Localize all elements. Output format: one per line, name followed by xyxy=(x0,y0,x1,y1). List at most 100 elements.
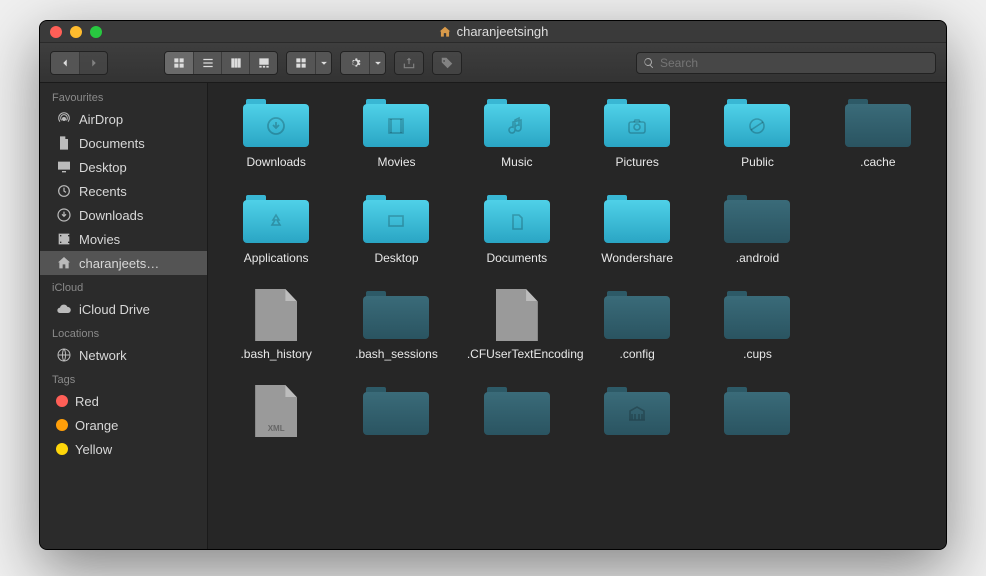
grid-item-label: .config xyxy=(619,347,654,375)
group-menu[interactable] xyxy=(286,51,332,75)
sidebar-item-label: AirDrop xyxy=(79,112,123,127)
titlebar: charanjeetsingh xyxy=(40,21,946,43)
grid-item[interactable]: .cups xyxy=(697,289,817,375)
folder-icon xyxy=(724,385,790,437)
folder-icon xyxy=(243,193,309,245)
content-area[interactable]: Downloads Movies Music Pictures Public .cache… xyxy=(208,83,946,549)
tag-dot xyxy=(56,395,68,407)
grid-item[interactable]: .CFUserTextEncoding xyxy=(457,289,577,375)
sidebar-item-desktop[interactable]: Desktop xyxy=(40,155,207,179)
grid-item-label: Public xyxy=(741,155,774,183)
sidebar-item-label: Downloads xyxy=(79,208,143,223)
back-button[interactable] xyxy=(51,52,79,74)
home-icon xyxy=(438,25,452,39)
sidebar-item-movies[interactable]: Movies xyxy=(40,227,207,251)
tags-button[interactable] xyxy=(432,51,462,75)
grid-item-label: Desktop xyxy=(374,251,418,279)
grid-item[interactable] xyxy=(457,385,577,471)
sidebar-group-heading: iCloud xyxy=(40,277,207,297)
grid-item[interactable]: Documents xyxy=(457,193,577,279)
grid-item[interactable] xyxy=(697,385,817,471)
grid-item-label: .cups xyxy=(743,347,772,375)
grid-item-label: Downloads xyxy=(246,155,305,183)
folder-icon xyxy=(604,97,670,149)
search-field[interactable] xyxy=(636,52,936,74)
grid-item[interactable]: Downloads xyxy=(216,97,336,183)
sidebar-group-heading: Favourites xyxy=(40,87,207,107)
sidebar-item-downloads[interactable]: Downloads xyxy=(40,203,207,227)
window-body: FavouritesAirDropDocumentsDesktopRecents… xyxy=(40,83,946,549)
grid-item[interactable]: .android xyxy=(697,193,817,279)
grid-item[interactable]: Pictures xyxy=(577,97,697,183)
grid-item[interactable]: Public xyxy=(697,97,817,183)
grid-item-label: .android xyxy=(736,251,779,279)
folder-icon xyxy=(363,97,429,149)
grid-item-label: Music xyxy=(501,155,532,183)
folder-icon xyxy=(604,385,670,437)
sidebar-item-red[interactable]: Red xyxy=(40,389,207,413)
folder-icon xyxy=(604,289,670,341)
sidebar-item-label: Red xyxy=(75,394,99,409)
sidebar-item-yellow[interactable]: Yellow xyxy=(40,437,207,461)
view-switcher xyxy=(164,51,278,75)
sidebar-item-documents[interactable]: Documents xyxy=(40,131,207,155)
toolbar xyxy=(40,43,946,83)
grid-item[interactable]: Applications xyxy=(216,193,336,279)
nav-buttons xyxy=(50,51,108,75)
grid-item[interactable]: .bash_sessions xyxy=(336,289,456,375)
grid-item[interactable]: .bash_history xyxy=(216,289,336,375)
grid-item[interactable] xyxy=(216,385,336,471)
list-view-button[interactable] xyxy=(193,52,221,74)
grid-item-label: Applications xyxy=(244,251,309,279)
sidebar: Favourites AirDrop DocumentsDesktop Recents… xyxy=(40,83,208,549)
grid-item-label: Pictures xyxy=(615,155,658,183)
grid-item[interactable]: .config xyxy=(577,289,697,375)
search-input[interactable] xyxy=(660,56,929,70)
sidebar-item-recents[interactable]: Recents xyxy=(40,179,207,203)
grid-item-label: .cache xyxy=(860,155,895,183)
finder-window: charanjeetsingh xyxy=(39,20,947,550)
grid-item xyxy=(818,385,938,471)
icon-view-button[interactable] xyxy=(165,52,193,74)
grid-item[interactable]: Wondershare xyxy=(577,193,697,279)
share-button[interactable] xyxy=(394,51,424,75)
sidebar-item-label: Network xyxy=(79,348,127,363)
grid-item-label: .bash_sessions xyxy=(355,347,438,375)
sidebar-item-label: Yellow xyxy=(75,442,112,457)
sidebar-item-label: Recents xyxy=(79,184,127,199)
grid-item xyxy=(818,193,938,279)
grid-item[interactable] xyxy=(336,385,456,471)
folder-icon xyxy=(363,193,429,245)
file-icon xyxy=(243,289,309,341)
folder-icon xyxy=(363,385,429,437)
grid-item-label: Documents xyxy=(486,251,547,279)
icon-grid: Downloads Movies Music Pictures Public .cache… xyxy=(216,97,938,471)
sidebar-item-network[interactable]: Network xyxy=(40,343,207,367)
sidebar-item-airdrop[interactable]: AirDrop xyxy=(40,107,207,131)
grid-item[interactable]: Desktop xyxy=(336,193,456,279)
column-view-button[interactable] xyxy=(221,52,249,74)
folder-icon xyxy=(484,193,550,245)
grid-item-label: Movies xyxy=(377,155,415,183)
grid-item-label: .CFUserTextEncoding xyxy=(467,347,567,375)
folder-icon xyxy=(724,97,790,149)
tag-dot xyxy=(56,419,68,431)
file-icon xyxy=(243,385,309,437)
sidebar-item-charanjeets-[interactable]: charanjeets… xyxy=(40,251,207,275)
grid-item[interactable]: Movies xyxy=(336,97,456,183)
action-menu[interactable] xyxy=(340,51,386,75)
folder-icon xyxy=(484,385,550,437)
sidebar-item-orange[interactable]: Orange xyxy=(40,413,207,437)
sidebar-item-label: iCloud Drive xyxy=(79,302,150,317)
folder-icon xyxy=(363,289,429,341)
grid-item[interactable]: .cache xyxy=(818,97,938,183)
grid-item[interactable] xyxy=(577,385,697,471)
grid-item xyxy=(818,289,938,375)
sidebar-item-label: Movies xyxy=(79,232,120,247)
grid-item[interactable]: Music xyxy=(457,97,577,183)
grid-item-label: Wondershare xyxy=(601,251,673,279)
forward-button[interactable] xyxy=(79,52,107,74)
folder-icon xyxy=(845,97,911,149)
gallery-view-button[interactable] xyxy=(249,52,277,74)
sidebar-item-icloud-drive[interactable]: iCloud Drive xyxy=(40,297,207,321)
